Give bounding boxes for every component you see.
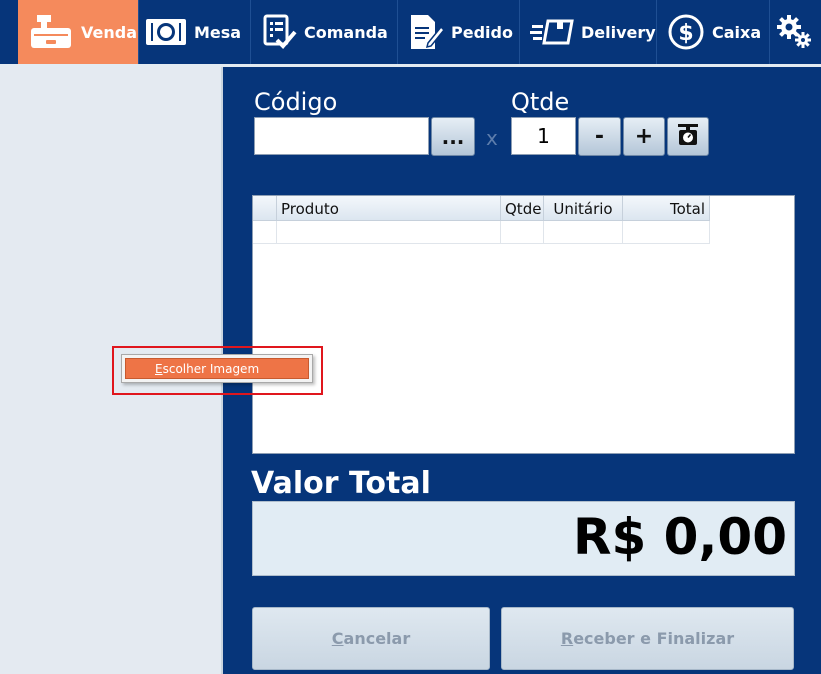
times-label: x	[486, 126, 498, 150]
nav-label: Pedido	[451, 22, 513, 42]
product-grid[interactable]: Produto Qtde Unitário Total	[252, 195, 795, 454]
cancel-label: ancelar	[343, 629, 411, 648]
nav-mesa[interactable]: Mesa	[139, 0, 250, 64]
nav-delivery[interactable]: Delivery	[520, 0, 656, 64]
browse-button[interactable]: ...	[431, 117, 475, 156]
nav-comanda[interactable]: Comanda	[251, 0, 397, 64]
cash-register-icon	[28, 12, 74, 52]
finish-accel: R	[560, 629, 574, 648]
codigo-input[interactable]	[254, 117, 429, 155]
valor-total-label: Valor Total	[251, 466, 431, 501]
nav-venda[interactable]: Venda	[18, 0, 138, 64]
receive-finish-button[interactable]: Receber e Finalizar	[501, 607, 794, 670]
table-row[interactable]	[253, 221, 710, 244]
decrease-qtde-button[interactable]: -	[578, 117, 621, 156]
grid-header-unitario[interactable]: Unitário	[544, 196, 623, 221]
cancel-button[interactable]: Cancelar	[252, 607, 490, 670]
grid-header-produto[interactable]: Produto	[277, 196, 501, 221]
nav-label: Caixa	[712, 22, 762, 42]
dollar-coin-icon: $	[667, 13, 705, 51]
settings-button[interactable]	[776, 0, 816, 64]
total-value: R$ 0,00	[572, 508, 787, 566]
svg-text:$: $	[678, 21, 693, 46]
gears-icon	[776, 14, 812, 50]
nav-label: Mesa	[194, 22, 242, 42]
scale-icon	[675, 121, 701, 153]
grid-header-indicator	[253, 196, 277, 221]
nav-pedido[interactable]: Pedido	[398, 0, 519, 64]
qtde-input[interactable]	[511, 117, 576, 155]
fast-box-icon	[530, 18, 574, 46]
qtde-label: Qtde	[511, 88, 570, 116]
nav-label: Venda	[81, 22, 137, 42]
finish-label: eceber e Finalizar	[573, 629, 735, 648]
top-navigation: Venda Mesa Comanda Pedido Delivery $ Cai…	[0, 0, 821, 64]
grid-header-qtde[interactable]: Qtde	[501, 196, 544, 221]
menu-item-escolher-imagem[interactable]: Escolher Imagem	[125, 358, 309, 379]
nav-label: Delivery	[581, 22, 656, 42]
context-menu: Escolher Imagem	[121, 354, 313, 383]
menu-item-accel: E	[155, 361, 163, 376]
table-dish-icon	[145, 17, 187, 47]
nav-caixa[interactable]: $ Caixa	[657, 0, 769, 64]
grid-header-total[interactable]: Total	[623, 196, 710, 221]
nav-label: Comanda	[304, 22, 388, 42]
scale-button[interactable]	[667, 117, 709, 156]
increase-qtde-button[interactable]: +	[623, 117, 665, 156]
total-display: R$ 0,00	[252, 501, 795, 576]
grid-header: Produto Qtde Unitário Total	[253, 196, 710, 221]
cancel-accel: C	[331, 629, 344, 648]
checklist-icon	[263, 14, 297, 50]
menu-item-label: scolher Imagem	[162, 361, 260, 376]
document-edit-icon	[408, 13, 444, 51]
codigo-label: Código	[254, 88, 338, 116]
